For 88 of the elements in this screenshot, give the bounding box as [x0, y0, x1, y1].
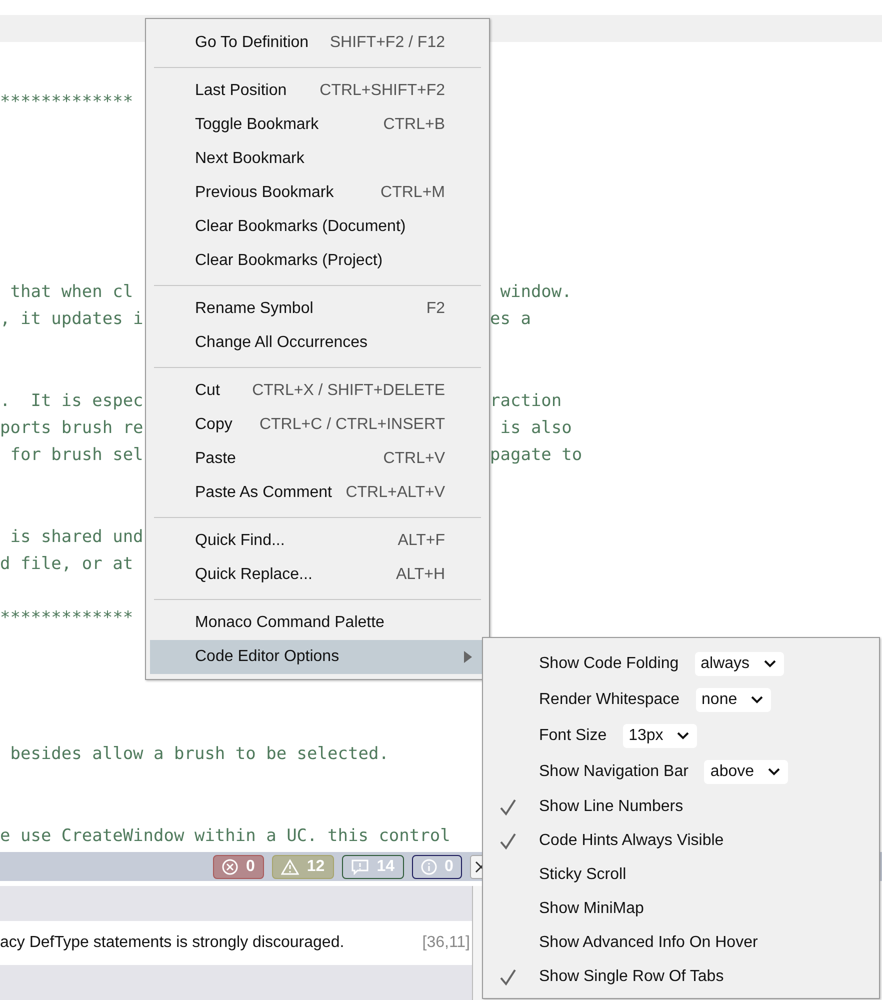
menu-shortcut: F2 — [426, 300, 445, 318]
option-dropdown[interactable]: 13px — [622, 724, 698, 748]
menu-shortcut: CTRL+SHIFT+F2 — [320, 82, 445, 100]
menu-item[interactable]: Next Bookmark — [150, 142, 485, 176]
scrollbar[interactable] — [472, 886, 482, 1000]
option-menu-item[interactable]: Show Advanced Info On Hover — [483, 926, 879, 960]
warning-icon — [280, 858, 299, 874]
menu-item-label: Clear Bookmarks (Document) — [195, 218, 406, 236]
menu-item-label: Clear Bookmarks (Project) — [195, 252, 383, 270]
option-label: Show Navigation Bar — [539, 763, 688, 781]
menu-item-label: Rename Symbol — [195, 300, 314, 318]
menu-item[interactable]: Monaco Command Palette — [150, 606, 485, 640]
code-line: for brush sel — [9, 445, 144, 466]
code-line: d file, or at — [0, 554, 134, 574]
menu-item-label: Paste As Comment — [195, 484, 332, 502]
menu-shortcut: ALT+F — [398, 532, 445, 550]
chevron-down-icon — [751, 696, 764, 704]
menu-shortcut: ALT+H — [396, 566, 445, 584]
option-label: Font Size — [539, 727, 607, 745]
option-menu-item[interactable]: Show MiniMap — [483, 892, 879, 926]
menu-item[interactable]: Previous Bookmark CTRL+M — [150, 176, 485, 210]
menu-item-label: Quick Replace... — [195, 566, 312, 584]
code-line: window. — [499, 282, 572, 302]
option-menu-item[interactable]: Code Hints Always Visible — [483, 824, 879, 858]
menu-item[interactable]: Clear Bookmarks (Project) — [150, 244, 485, 278]
menu-shortcut: CTRL+B — [383, 116, 445, 134]
error-icon — [222, 858, 238, 874]
option-label: Render Whitespace — [539, 691, 680, 709]
menu-shortcut: SHIFT+F2 / F12 — [330, 34, 445, 52]
menu-item-label: Code Editor Options — [195, 648, 340, 666]
menu-shortcut: CTRL+M — [380, 184, 445, 202]
menu-item[interactable]: Code Editor Options — [150, 640, 485, 674]
option-dropdown[interactable]: above — [704, 760, 788, 784]
code-line: is shared und — [9, 526, 144, 547]
code-line: raction — [490, 390, 562, 411]
chevron-down-icon — [768, 768, 780, 776]
chevron-down-icon — [764, 660, 776, 668]
code-line: , it updates i — [0, 309, 144, 330]
menu-item[interactable]: Quick Replace... ALT+H — [150, 558, 485, 592]
menu-item[interactable]: Copy CTRL+C / CTRL+INSERT — [150, 408, 485, 442]
code-line: ************* — [0, 608, 134, 628]
problem-group-row[interactable] — [0, 886, 472, 921]
option-menu-item[interactable]: Show Line Numbers — [483, 790, 879, 824]
menu-item-label: Cut — [195, 382, 220, 400]
menu-shortcut: CTRL+X / SHIFT+DELETE — [252, 382, 445, 400]
code-line: e use CreateWindow within a UC. this control — [0, 826, 450, 846]
menu-item[interactable]: Paste CTRL+V — [150, 442, 485, 476]
code-line: ************* — [0, 92, 134, 112]
option-dropdown[interactable]: always — [694, 652, 784, 676]
code-line: es a — [490, 309, 531, 330]
code-line: that when cl — [9, 282, 134, 302]
option-label: Show Code Folding — [539, 655, 679, 673]
comment-icon — [350, 858, 369, 874]
menu-item-label: Last Position — [195, 82, 287, 100]
menu-item-label: Toggle Bookmark — [195, 116, 319, 134]
chevron-down-icon — [677, 732, 690, 740]
menu-item-label: Change All Occurrences — [195, 334, 368, 352]
menu-item-label: Previous Bookmark — [195, 184, 334, 202]
menu-item-label: Copy — [195, 416, 232, 434]
code-line: besides allow a brush to be selected. — [9, 744, 389, 764]
menu-shortcut: CTRL+ALT+V — [346, 484, 445, 502]
menu-item-label: Quick Find... — [195, 532, 285, 550]
menu-shortcut: CTRL+C / CTRL+INSERT — [259, 416, 445, 434]
menu-item[interactable]: Toggle Bookmark CTRL+B — [150, 108, 485, 142]
problem-group-row[interactable] — [0, 965, 472, 1000]
menu-item-label: Paste — [195, 450, 236, 468]
menu-item[interactable]: Clear Bookmarks (Document) — [150, 210, 485, 244]
menu-item[interactable]: Cut CTRL+X / SHIFT+DELETE — [150, 374, 485, 408]
option-menu-item[interactable]: Show Single Row Of Tabs — [483, 960, 879, 994]
menu-item[interactable]: Rename Symbol F2 — [150, 292, 485, 326]
menu-shortcut: CTRL+V — [383, 450, 445, 468]
code-line: . It is espec — [0, 390, 144, 411]
code-line: ports brush re — [0, 418, 144, 438]
menu-item[interactable]: Quick Find... ALT+F — [150, 524, 485, 558]
menu-item[interactable]: Change All Occurrences — [150, 326, 485, 360]
menu-item[interactable]: Go To Definition SHIFT+F2 / F12 — [150, 26, 485, 60]
option-dropdown[interactable]: none — [696, 688, 772, 712]
menu-item[interactable]: Last Position CTRL+SHIFT+F2 — [150, 74, 485, 108]
menu-item-label: Go To Definition — [195, 34, 309, 52]
problem-message[interactable]: acy DefType statements is strongly discouraged. — [0, 934, 344, 952]
menu-item-label: Next Bookmark — [195, 150, 304, 168]
menu-item[interactable]: Paste As Comment CTRL+ALT+V — [150, 476, 485, 510]
code-line: pagate to — [490, 445, 582, 466]
info-icon — [420, 858, 436, 874]
code-line: is also — [499, 418, 572, 438]
option-menu-item[interactable]: Sticky Scroll — [483, 858, 879, 892]
menu-item-label: Monaco Command Palette — [195, 614, 384, 632]
problem-location: [36,11] — [422, 934, 470, 952]
